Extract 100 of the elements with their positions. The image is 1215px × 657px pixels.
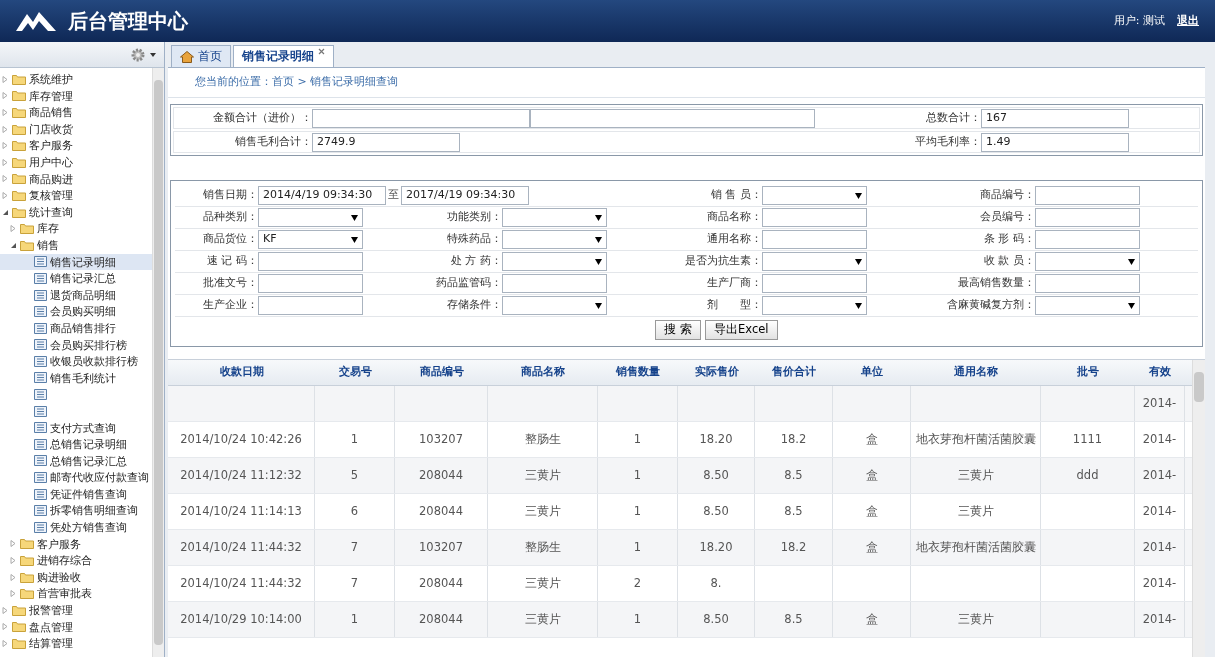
dropdown[interactable] xyxy=(762,252,867,271)
tree-folder[interactable]: 进销存综合 xyxy=(0,552,152,569)
column-header[interactable]: 商品编号 xyxy=(395,360,488,385)
expand-arrow-icon[interactable] xyxy=(2,175,9,183)
column-header[interactable]: 有效 xyxy=(1135,360,1185,385)
column-header[interactable]: 单位 xyxy=(833,360,911,385)
tree-item[interactable]: 会员购买排行榜 xyxy=(0,336,152,354)
column-header[interactable]: 交易号 xyxy=(315,360,395,385)
input-field[interactable] xyxy=(502,274,607,293)
tree-folder[interactable]: 统计查询 xyxy=(0,203,152,221)
tree-folder[interactable]: 库存管理 xyxy=(0,87,152,105)
expand-arrow-icon[interactable] xyxy=(2,606,9,614)
tree-folder[interactable]: 结算管理 xyxy=(0,635,152,652)
logout-link[interactable]: 退出 xyxy=(1177,12,1199,30)
search-button[interactable]: 搜 索 xyxy=(655,320,702,340)
input-field[interactable] xyxy=(530,108,815,128)
input-field[interactable] xyxy=(762,230,867,249)
column-header[interactable]: 销售数量 xyxy=(598,360,678,385)
dropdown[interactable] xyxy=(258,208,363,227)
input-field[interactable] xyxy=(762,274,867,293)
input-field[interactable] xyxy=(1035,208,1140,227)
expand-arrow-icon[interactable] xyxy=(2,109,9,116)
tree-folder[interactable]: 复核管理 xyxy=(0,187,152,204)
tree-item[interactable]: 总销售记录汇总 xyxy=(0,452,152,470)
dropdown[interactable] xyxy=(762,186,867,205)
tree-folder[interactable]: 用户中心 xyxy=(0,153,152,171)
export-button[interactable]: 导出Excel xyxy=(705,320,778,340)
input-field[interactable] xyxy=(312,108,530,128)
tree-folder[interactable]: 库存 xyxy=(0,220,152,237)
caret-icon[interactable] xyxy=(150,52,156,57)
input-field[interactable]: 2017/4/19 09:34:30 xyxy=(401,186,529,205)
expand-arrow-icon[interactable] xyxy=(2,125,9,133)
expand-arrow-icon[interactable] xyxy=(10,557,17,564)
column-header[interactable]: 商品名称 xyxy=(488,360,598,385)
expand-arrow-icon[interactable] xyxy=(2,75,9,83)
input-field[interactable] xyxy=(1035,274,1140,293)
dropdown[interactable]: KF xyxy=(258,230,363,249)
tree-folder[interactable]: 门店收货 xyxy=(0,120,152,138)
input-field[interactable] xyxy=(258,296,363,315)
input-field[interactable] xyxy=(1035,186,1140,205)
tree-item[interactable]: 销售记录汇总 xyxy=(0,270,152,287)
close-icon[interactable] xyxy=(318,48,325,55)
tab[interactable]: 销售记录明细 xyxy=(233,45,334,67)
scrollbar[interactable] xyxy=(152,68,164,657)
dropdown[interactable] xyxy=(502,208,607,227)
column-header[interactable]: 通用名称 xyxy=(911,360,1041,385)
input-field[interactable] xyxy=(258,252,363,271)
tree-item[interactable]: 退货商品明细 xyxy=(0,286,152,304)
tree-folder[interactable]: 销售 xyxy=(0,236,152,254)
expand-arrow-icon[interactable] xyxy=(10,540,17,548)
tree-item[interactable]: 会员购买明细 xyxy=(0,303,152,320)
tree-folder[interactable]: 系统维护 xyxy=(0,71,152,88)
tree-folder[interactable]: 客户服务 xyxy=(0,137,152,154)
tab[interactable]: 首页 xyxy=(171,45,231,67)
column-header[interactable]: 实际售价 xyxy=(678,360,755,385)
expand-arrow-icon[interactable] xyxy=(2,142,9,150)
tree-folder[interactable]: 购进验收 xyxy=(0,568,152,586)
tree-item[interactable]: 收银员收款排行榜 xyxy=(0,353,152,370)
column-header[interactable]: 批号 xyxy=(1041,360,1135,385)
input-field[interactable]: 2749.9 xyxy=(312,132,460,152)
tree-item[interactable]: 凭证件销售查询 xyxy=(0,485,152,503)
dropdown[interactable] xyxy=(502,296,607,315)
tree-item[interactable]: 邮寄代收应付款查询 xyxy=(0,469,152,486)
expand-arrow-icon[interactable] xyxy=(2,92,9,100)
expand-arrow-icon[interactable] xyxy=(10,590,17,598)
input-field[interactable] xyxy=(258,274,363,293)
dropdown[interactable] xyxy=(502,230,607,249)
expand-arrow-icon[interactable] xyxy=(2,623,9,631)
column-header[interactable]: 售价合计 xyxy=(755,360,833,385)
tree-item[interactable]: 支付方式查询 xyxy=(0,419,152,437)
dropdown[interactable] xyxy=(1035,296,1140,315)
tree-item[interactable]: 凭处方销售查询 xyxy=(0,519,152,536)
tree-folder[interactable]: 报警管理 xyxy=(0,602,152,619)
dropdown[interactable] xyxy=(1035,252,1140,271)
expand-arrow-icon[interactable] xyxy=(2,191,9,199)
expand-arrow-icon[interactable] xyxy=(2,640,9,647)
column-header[interactable]: 收款日期 xyxy=(168,360,315,385)
dropdown[interactable] xyxy=(502,252,607,271)
tree-item[interactable]: 总销售记录明细 xyxy=(0,436,152,453)
tree-item[interactable]: 拆零销售明细查询 xyxy=(0,502,152,520)
input-field[interactable]: 1.49 xyxy=(981,132,1129,152)
input-field[interactable] xyxy=(1035,230,1140,249)
input-field[interactable] xyxy=(762,208,867,227)
expand-arrow-icon[interactable] xyxy=(10,573,17,581)
tree-folder[interactable]: 商品购进 xyxy=(0,170,152,188)
tree-item[interactable]: 销售毛利统计 xyxy=(0,369,152,387)
tree-folder[interactable]: 商品销售 xyxy=(0,104,152,121)
input-field[interactable]: 167 xyxy=(981,108,1129,128)
tree-folder[interactable]: 盘点管理 xyxy=(0,618,152,636)
tree-item[interactable]: 商品销售排行 xyxy=(0,319,152,337)
expand-arrow-icon[interactable] xyxy=(2,158,9,166)
collapse-arrow-icon[interactable] xyxy=(10,241,17,249)
scrollbar[interactable] xyxy=(1192,360,1205,657)
collapse-arrow-icon[interactable] xyxy=(2,208,9,216)
tree-folder[interactable]: 客户服务 xyxy=(0,535,152,553)
input-field[interactable]: 2014/4/19 09:34:30 xyxy=(258,186,386,205)
expand-arrow-icon[interactable] xyxy=(10,225,17,233)
dropdown[interactable] xyxy=(762,296,867,315)
tree-item[interactable]: 销售记录明细 xyxy=(0,253,152,271)
tree-folder[interactable]: 首营审批表 xyxy=(0,585,152,602)
